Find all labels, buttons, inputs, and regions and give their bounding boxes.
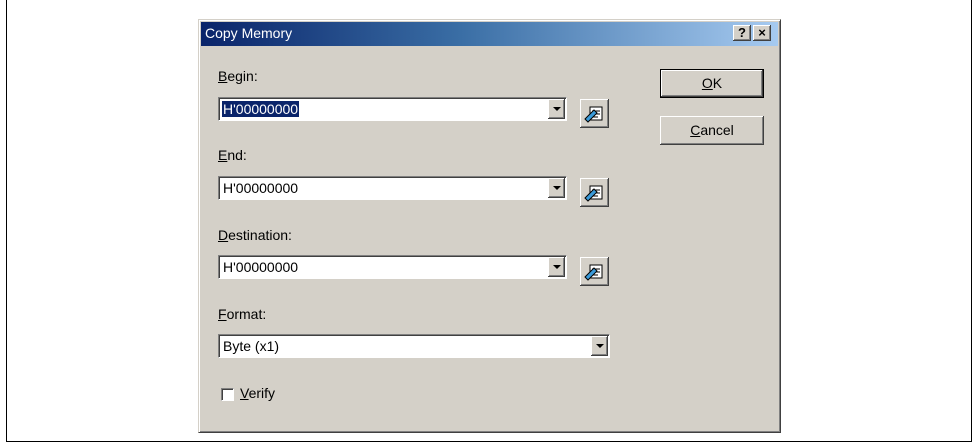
cancel-button[interactable]: Cancel (660, 116, 764, 145)
copy-memory-dialog: Copy Memory ? × Begin: H'00000000 End: H… (198, 19, 781, 433)
begin-picker-button[interactable] (580, 99, 609, 128)
format-combobox[interactable]: Byte (x1) (218, 334, 610, 358)
title-bar[interactable]: Copy Memory ? × (201, 22, 778, 46)
format-dropdown-button[interactable] (591, 336, 608, 356)
end-value[interactable]: H'00000000 (222, 180, 299, 196)
destination-picker-button[interactable] (580, 257, 609, 286)
end-picker-button[interactable] (580, 178, 609, 207)
address-picker-icon (584, 185, 603, 202)
close-button[interactable]: × (753, 25, 771, 41)
destination-value[interactable]: H'00000000 (222, 259, 299, 275)
begin-value[interactable]: H'00000000 (220, 100, 301, 118)
verify-checkbox[interactable] (221, 388, 234, 401)
dialog-title: Copy Memory (205, 25, 293, 41)
help-button[interactable]: ? (733, 25, 751, 41)
format-value[interactable]: Byte (x1) (222, 338, 280, 354)
format-label: Format: (218, 306, 267, 322)
destination-combobox[interactable]: H'00000000 (218, 255, 567, 279)
verify-label[interactable]: Verify (240, 385, 275, 401)
end-combobox[interactable]: H'00000000 (218, 176, 567, 200)
begin-combobox[interactable]: H'00000000 (218, 97, 567, 121)
end-label: End: (218, 147, 247, 163)
begin-dropdown-button[interactable] (548, 99, 565, 119)
destination-label: Destination: (218, 227, 292, 243)
address-picker-icon (584, 264, 603, 281)
destination-dropdown-button[interactable] (548, 257, 565, 277)
end-dropdown-button[interactable] (548, 178, 565, 198)
address-picker-icon (584, 106, 603, 123)
ok-button[interactable]: OK (660, 69, 764, 98)
begin-label: Begin: (218, 68, 258, 84)
